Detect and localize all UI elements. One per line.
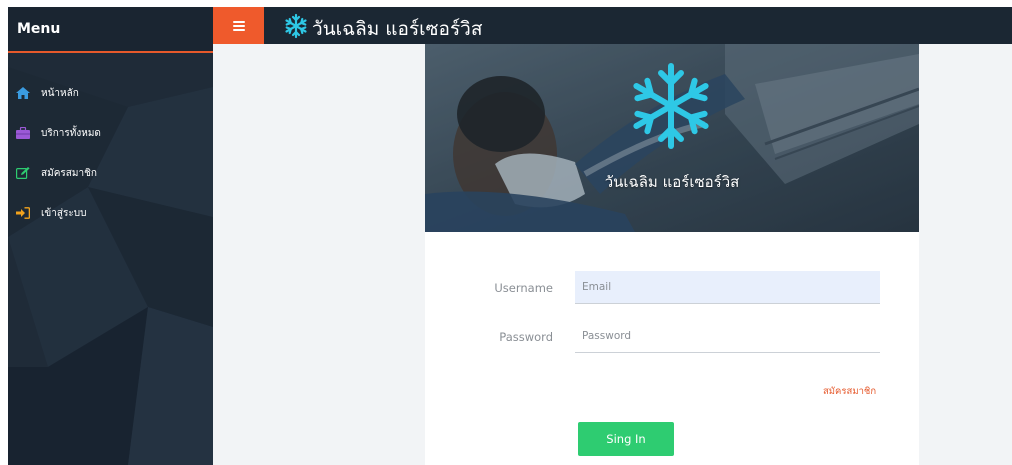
password-input[interactable] — [575, 320, 880, 353]
password-row: Password — [425, 320, 919, 354]
snowflake-logo-icon — [285, 13, 307, 39]
username-row: Username — [425, 271, 919, 305]
hero-banner: วันเฉลิม แอร์เซอร์วิส — [425, 44, 919, 232]
sidebar-item-home[interactable]: หน้าหลัก — [8, 73, 213, 113]
sidebar-item-services[interactable]: บริการทั้งหมด — [8, 113, 213, 153]
sidebar-item-register[interactable]: สมัครสมาชิก — [8, 153, 213, 193]
sign-in-button[interactable]: Sing In — [578, 422, 674, 456]
password-label: Password — [499, 330, 553, 344]
main-content: วันเฉลิม แอร์เซอร์วิส Username Password … — [213, 44, 1012, 465]
hamburger-icon — [232, 20, 245, 31]
sidebar-item-label: สมัครสมาชิก — [41, 167, 97, 179]
sidebar-menu: หน้าหลัก บริการทั้งหมด สมัครสมาชิก เข้าส… — [8, 73, 213, 233]
sidebar-header: Menu — [8, 7, 213, 53]
sidebar-item-label: บริการทั้งหมด — [41, 127, 101, 139]
hero-photo — [425, 44, 919, 232]
brand-title[interactable]: วันเฉลิม แอร์เซอร์วิส — [312, 14, 482, 44]
app-frame: Menu หน้าหลัก บริการทั้งหมด สมัครสมาชิก — [8, 7, 1012, 465]
top-bar: วันเฉลิม แอร์เซอร์วิส — [213, 7, 1012, 44]
briefcase-icon — [16, 127, 30, 139]
sidebar: Menu หน้าหลัก บริการทั้งหมด สมัครสมาชิก — [8, 7, 213, 465]
sidebar-title: Menu — [17, 21, 61, 37]
edit-icon — [16, 167, 30, 179]
sidebar-item-label: เข้าสู่ระบบ — [41, 207, 87, 219]
username-label: Username — [494, 281, 553, 295]
sign-in-icon — [16, 207, 30, 219]
login-card: วันเฉลิม แอร์เซอร์วิส Username Password … — [425, 44, 919, 465]
menu-toggle-button[interactable] — [213, 7, 264, 44]
hero-title: วันเฉลิม แอร์เซอร์วิส — [604, 173, 740, 191]
register-link[interactable]: สมัครสมาชิก — [823, 384, 876, 399]
sidebar-item-login[interactable]: เข้าสู่ระบบ — [8, 193, 213, 233]
sidebar-item-label: หน้าหลัก — [41, 87, 79, 99]
username-input[interactable] — [575, 271, 880, 304]
home-icon — [16, 87, 30, 99]
